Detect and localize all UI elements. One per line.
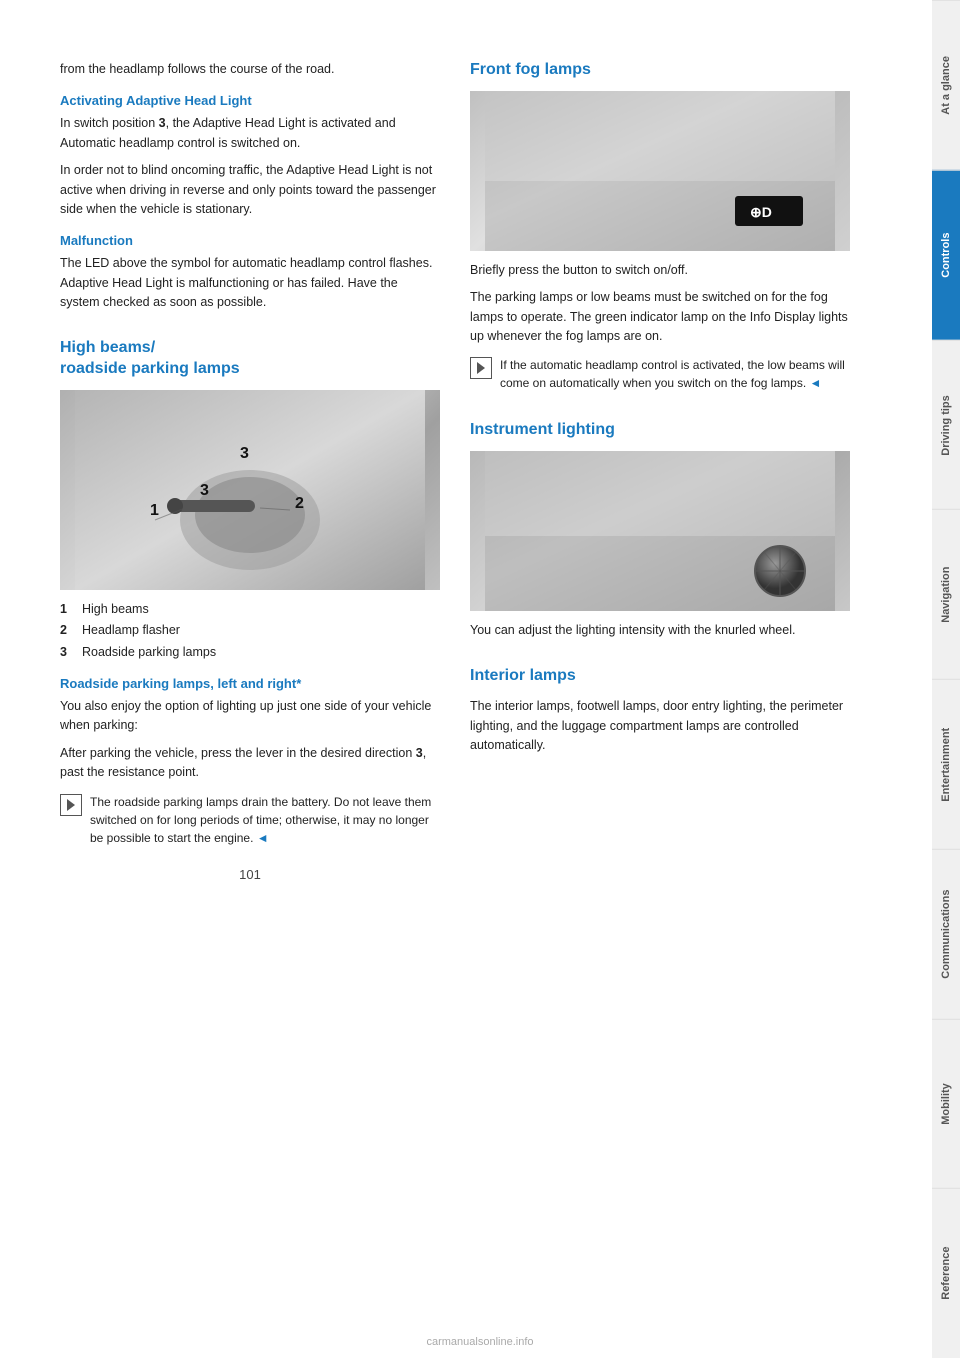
fog-text1: Briefly press the button to switch on/of… [470,261,850,280]
svg-text:⊕D: ⊕D [750,204,772,220]
sidebar-tab-controls[interactable]: Controls [932,170,960,340]
activating-text2: In order not to blind oncoming traffic, … [60,161,440,219]
right-column: Front fog lamps [470,60,850,1298]
sidebar-tab-mobility[interactable]: Mobility [932,1019,960,1189]
intro-text: from the headlamp follows the course of … [60,60,440,79]
fog-note-text: If the automatic headlamp control is act… [500,356,850,392]
page-number: 101 [60,867,440,882]
roadside-note: The roadside parking lamps drain the bat… [60,793,440,847]
activating-heading: Activating Adaptive Head Light [60,93,440,108]
sidebar: At a glance Controls Driving tips Naviga… [932,0,960,1358]
fog-text2: The parking lamps or low beams must be s… [470,288,850,346]
instrument-image [470,451,850,611]
sidebar-tab-reference[interactable]: Reference [932,1188,960,1358]
roadside-heading: Roadside parking lamps, left and right* [60,676,440,691]
fog-image: ⊕D [470,91,850,251]
watermark: carmanualsonline.info [426,1336,533,1348]
sidebar-tab-at-a-glance[interactable]: At a glance [932,0,960,170]
note-text: The roadside parking lamps drain the bat… [90,793,440,847]
note-icon [60,794,82,816]
sidebar-tab-communications[interactable]: Communications [932,849,960,1019]
fog-heading: Front fog lamps [470,60,850,81]
activating-text1: In switch position 3, the Adaptive Head … [60,114,440,153]
malfunction-text: The LED above the symbol for automatic h… [60,254,440,312]
malfunction-heading: Malfunction [60,233,440,248]
main-content: from the headlamp follows the course of … [0,0,932,1358]
fog-note-icon [470,357,492,379]
sidebar-tab-entertainment[interactable]: Entertainment [932,679,960,849]
svg-text:3: 3 [240,445,249,462]
instrument-text: You can adjust the lighting intensity wi… [470,621,850,640]
interior-heading: Interior lamps [470,666,850,687]
left-column: from the headlamp follows the course of … [60,60,440,1298]
list-item-1: 1 High beams [60,600,440,619]
highbeams-image: 3 1 2 3 [60,390,440,590]
svg-text:2: 2 [295,495,304,512]
svg-text:3: 3 [200,482,209,499]
sidebar-tab-navigation[interactable]: Navigation [932,509,960,679]
instrument-heading: Instrument lighting [470,420,850,441]
roadside-text1: You also enjoy the option of lighting up… [60,697,440,736]
roadside-text2: After parking the vehicle, press the lev… [60,744,440,783]
fog-note: If the automatic headlamp control is act… [470,356,850,392]
sidebar-tab-driving-tips[interactable]: Driving tips [932,340,960,510]
list-item-3: 3 Roadside parking lamps [60,643,440,662]
interior-text: The interior lamps, footwell lamps, door… [470,697,850,755]
list-items: 1 High beams 2 Headlamp flasher 3 Roadsi… [60,600,440,662]
list-item-2: 2 Headlamp flasher [60,621,440,640]
page-container: from the headlamp follows the course of … [0,0,960,1358]
svg-text:1: 1 [150,502,159,519]
highbeams-heading: High beams/roadside parking lamps [60,338,440,380]
